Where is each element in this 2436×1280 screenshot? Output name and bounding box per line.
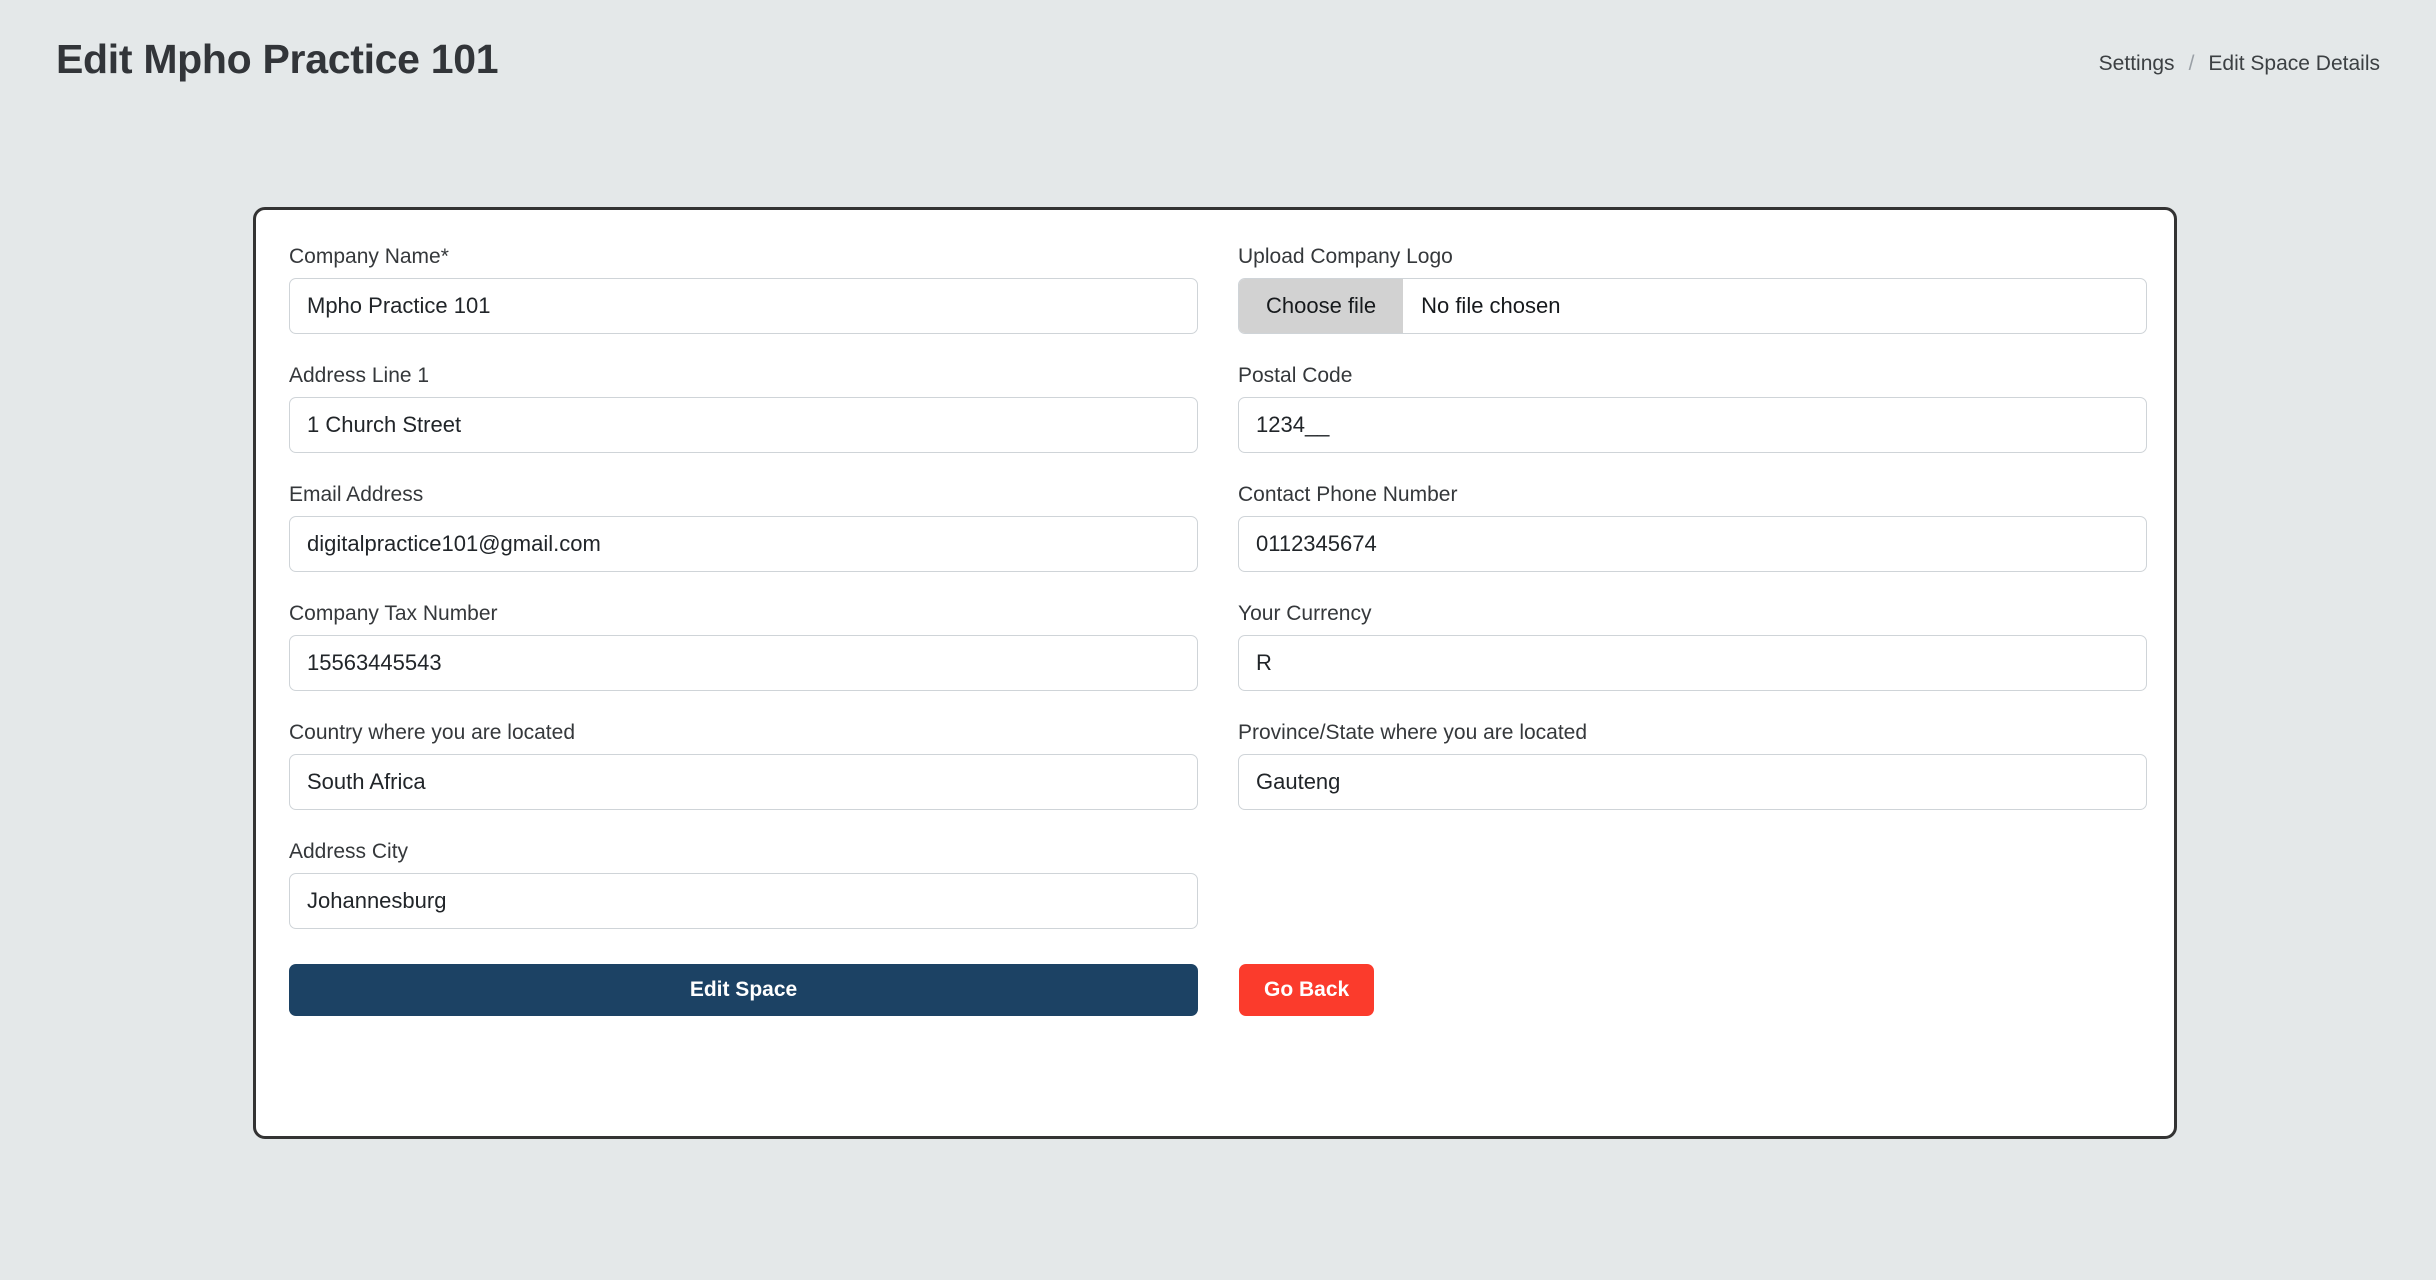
field-company-tax-number: Company Tax Number [289, 601, 1198, 691]
field-address-line-1: Address Line 1 [289, 363, 1198, 453]
currency-input[interactable] [1238, 635, 2147, 691]
company-tax-number-input[interactable] [289, 635, 1198, 691]
choose-file-button[interactable]: Choose file [1239, 279, 1404, 333]
country-input[interactable] [289, 754, 1198, 810]
breadcrumb-item-settings[interactable]: Settings [2099, 52, 2175, 76]
form-row: Address City [289, 839, 2147, 929]
contact-phone-number-input[interactable] [1238, 516, 2147, 572]
field-country: Country where you are located [289, 720, 1198, 810]
postal-code-label: Postal Code [1238, 364, 1353, 387]
page-title: Edit Mpho Practice 101 [56, 36, 499, 82]
company-logo-file-input[interactable]: Choose file No file chosen [1238, 278, 2147, 334]
form-row: Address Line 1 Postal Code [289, 363, 2147, 453]
postal-code-input[interactable] [1238, 397, 2147, 453]
field-postal-code: Postal Code [1238, 363, 2147, 453]
field-email-address: Email Address [289, 482, 1198, 572]
currency-label: Your Currency [1238, 602, 1372, 625]
edit-space-button[interactable]: Edit Space [289, 964, 1198, 1016]
breadcrumb-item-current: Edit Space Details [2208, 52, 2380, 75]
company-name-input[interactable] [289, 278, 1198, 334]
field-currency: Your Currency [1238, 601, 2147, 691]
form-grid: Company Name* Upload Company Logo Choose… [289, 244, 2147, 1016]
company-name-label: Company Name* [289, 245, 449, 268]
page-root: Edit Mpho Practice 101 Settings / Edit S… [0, 0, 2436, 1280]
file-chosen-status: No file chosen [1421, 293, 1561, 318]
breadcrumb: Settings / Edit Space Details [2099, 52, 2380, 76]
field-address-city: Address City [289, 839, 1198, 929]
form-row: Country where you are located Province/S… [289, 720, 2147, 810]
field-contact-phone-number: Contact Phone Number [1238, 482, 2147, 572]
address-line-1-input[interactable] [289, 397, 1198, 453]
go-back-button[interactable]: Go Back [1239, 964, 1375, 1016]
address-city-label: Address City [289, 840, 409, 863]
field-company-name: Company Name* [289, 244, 1198, 334]
contact-phone-number-label: Contact Phone Number [1238, 483, 1458, 506]
field-province: Province/State where you are located [1238, 720, 2147, 810]
company-tax-number-label: Company Tax Number [289, 602, 498, 625]
email-address-input[interactable] [289, 516, 1198, 572]
country-label: Country where you are located [289, 721, 575, 744]
form-row: Company Tax Number Your Currency [289, 601, 2147, 691]
email-address-label: Email Address [289, 483, 424, 506]
form-row: Email Address Contact Phone Number [289, 482, 2147, 572]
province-label: Province/State where you are located [1238, 721, 1588, 744]
form-actions: Edit Space Go Back [289, 964, 2147, 1016]
breadcrumb-separator: / [2188, 52, 2195, 75]
edit-space-form-card: Company Name* Upload Company Logo Choose… [253, 207, 2177, 1139]
company-logo-label: Upload Company Logo [1238, 245, 1453, 268]
address-city-input[interactable] [289, 873, 1198, 929]
province-input[interactable] [1238, 754, 2147, 810]
page-header: Edit Mpho Practice 101 Settings / Edit S… [0, 0, 2436, 144]
field-company-logo: Upload Company Logo Choose file No file … [1238, 244, 2147, 334]
address-line-1-label: Address Line 1 [289, 364, 430, 387]
form-row: Company Name* Upload Company Logo Choose… [289, 244, 2147, 334]
